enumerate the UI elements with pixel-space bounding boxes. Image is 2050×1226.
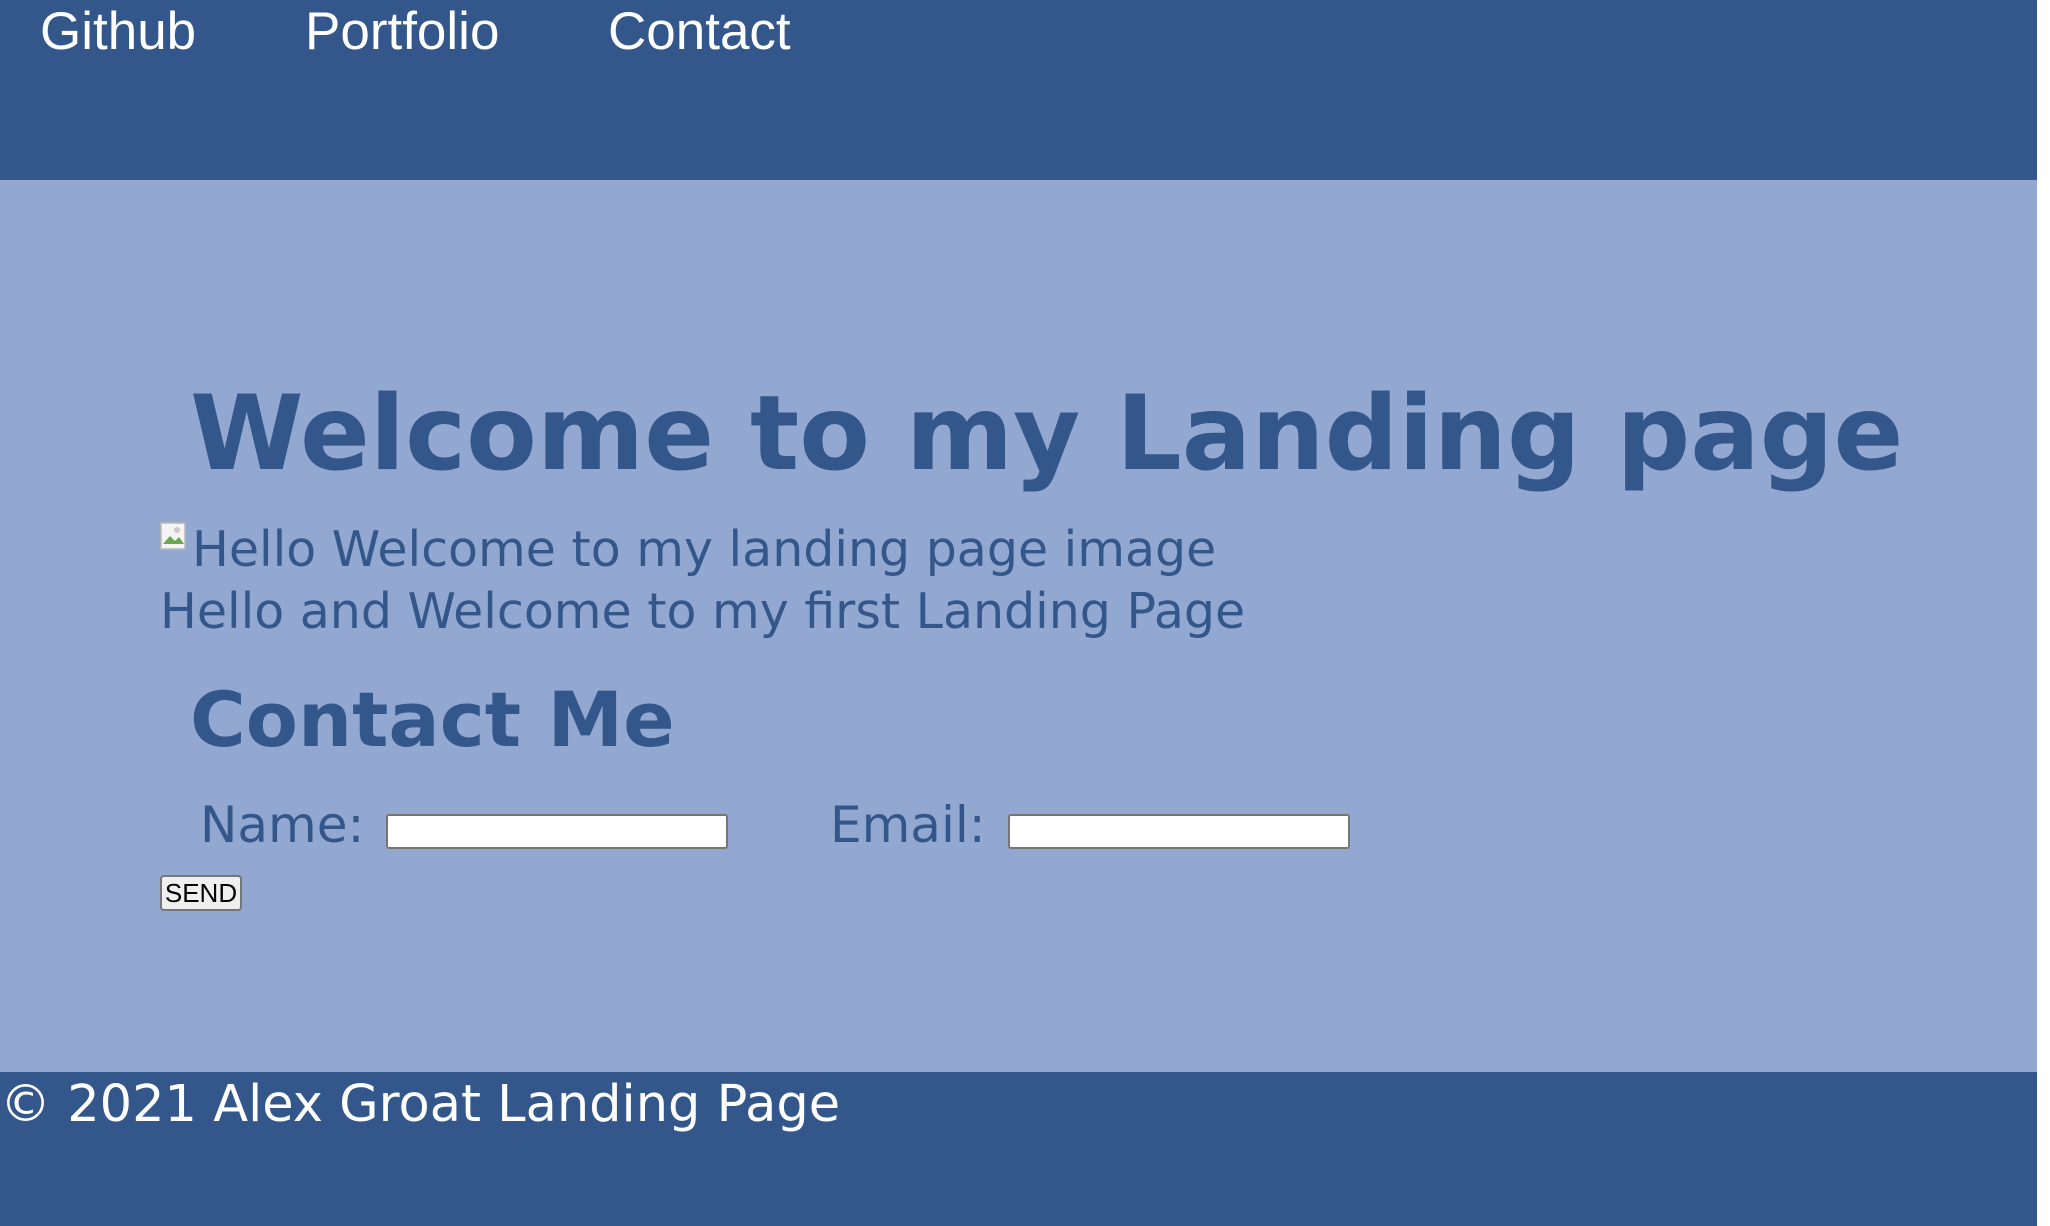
name-input[interactable] xyxy=(386,814,728,849)
name-label: Name: xyxy=(200,796,365,854)
contact-heading: Contact Me xyxy=(190,675,675,764)
send-button[interactable]: SEND xyxy=(160,875,242,911)
page: Github Portfolio Contact Welcome to my L… xyxy=(0,0,2037,1226)
broken-image-icon xyxy=(160,522,186,550)
top-navigation-bar: Github Portfolio Contact xyxy=(0,0,2037,180)
nav-link-contact[interactable]: Contact xyxy=(608,0,791,64)
hero-image: Hello Welcome to my landing page image xyxy=(160,518,1216,582)
email-label: Email: xyxy=(830,796,986,854)
nav-link-portfolio[interactable]: Portfolio xyxy=(305,0,499,64)
page-title: Welcome to my Landing page xyxy=(190,374,1904,494)
hero-image-alt-text: Hello Welcome to my landing page image xyxy=(192,521,1217,578)
footer-copyright: © 2021 Alex Groat Landing Page xyxy=(0,1075,841,1134)
hero-welcome-text: Hello and Welcome to my first Landing Pa… xyxy=(160,583,1246,640)
email-input[interactable] xyxy=(1008,814,1350,849)
nav-link-github[interactable]: Github xyxy=(40,0,196,64)
